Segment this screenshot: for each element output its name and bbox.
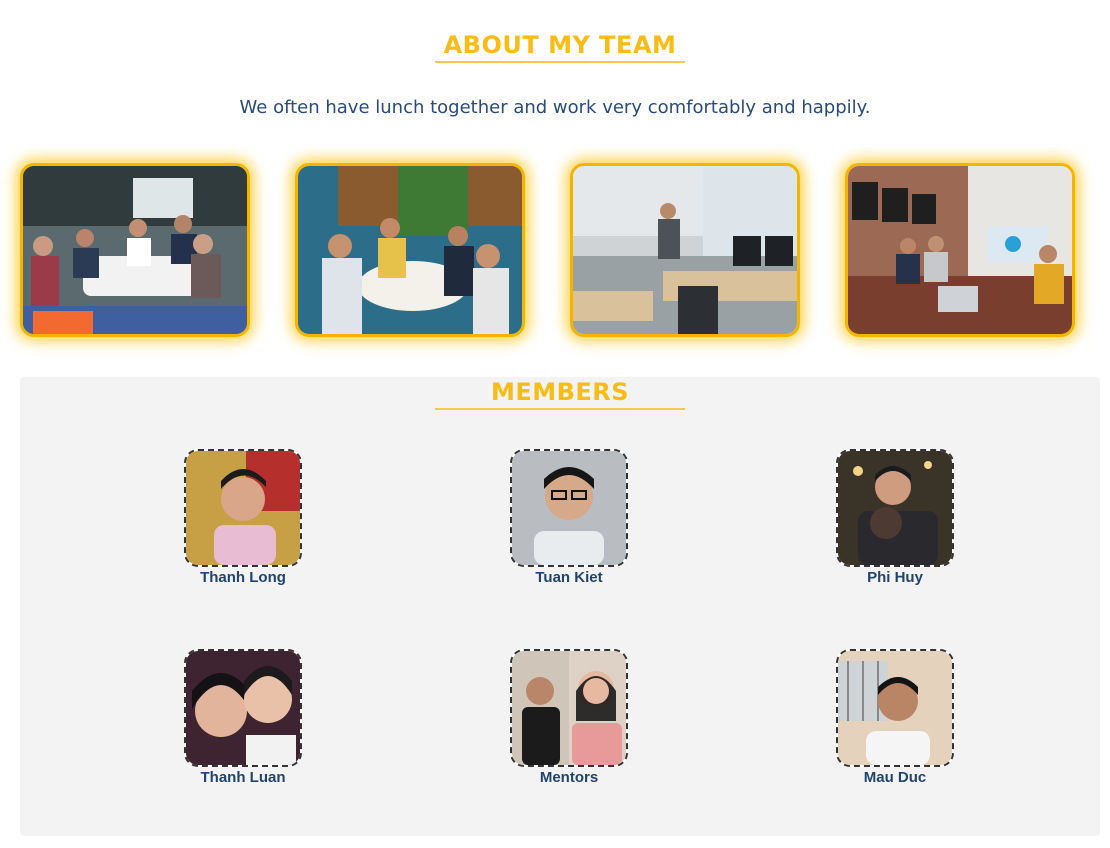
about-title-underline [435, 61, 685, 63]
members-title: MEMBERS [435, 378, 685, 410]
member-card[interactable]: Thanh Luan [153, 649, 333, 786]
member-card[interactable]: Tuan Kiet [479, 449, 659, 586]
member-card[interactable]: Mentors [479, 649, 659, 786]
about-title: ABOUT MY TEAM [435, 31, 685, 63]
gallery-photo-4[interactable] [845, 163, 1075, 337]
member-card[interactable]: Thanh Long [153, 449, 333, 586]
member-name: Mentors [539, 769, 599, 786]
members-title-text: MEMBERS [490, 378, 630, 406]
member-avatar[interactable] [184, 449, 302, 567]
member-avatar[interactable] [510, 449, 628, 567]
member-card[interactable]: Mau Duc [805, 649, 985, 786]
members-title-underline [435, 408, 685, 410]
gallery-photo-2[interactable] [295, 163, 525, 337]
member-avatar[interactable] [836, 649, 954, 767]
gallery-photo-1[interactable] [20, 163, 250, 337]
member-name: Phi Huy [867, 569, 923, 586]
member-name: Tuan Kiet [535, 569, 603, 586]
about-subtitle: We often have lunch together and work ve… [239, 97, 871, 118]
member-name: Mau Duc [863, 769, 927, 786]
member-name: Thanh Luan [200, 769, 286, 786]
member-avatar[interactable] [836, 449, 954, 567]
member-avatar[interactable] [184, 649, 302, 767]
member-card[interactable]: Phi Huy [805, 449, 985, 586]
about-title-text: ABOUT MY TEAM [443, 31, 677, 59]
member-avatar[interactable] [510, 649, 628, 767]
member-name: Thanh Long [200, 569, 286, 586]
gallery-photo-3[interactable] [570, 163, 800, 337]
